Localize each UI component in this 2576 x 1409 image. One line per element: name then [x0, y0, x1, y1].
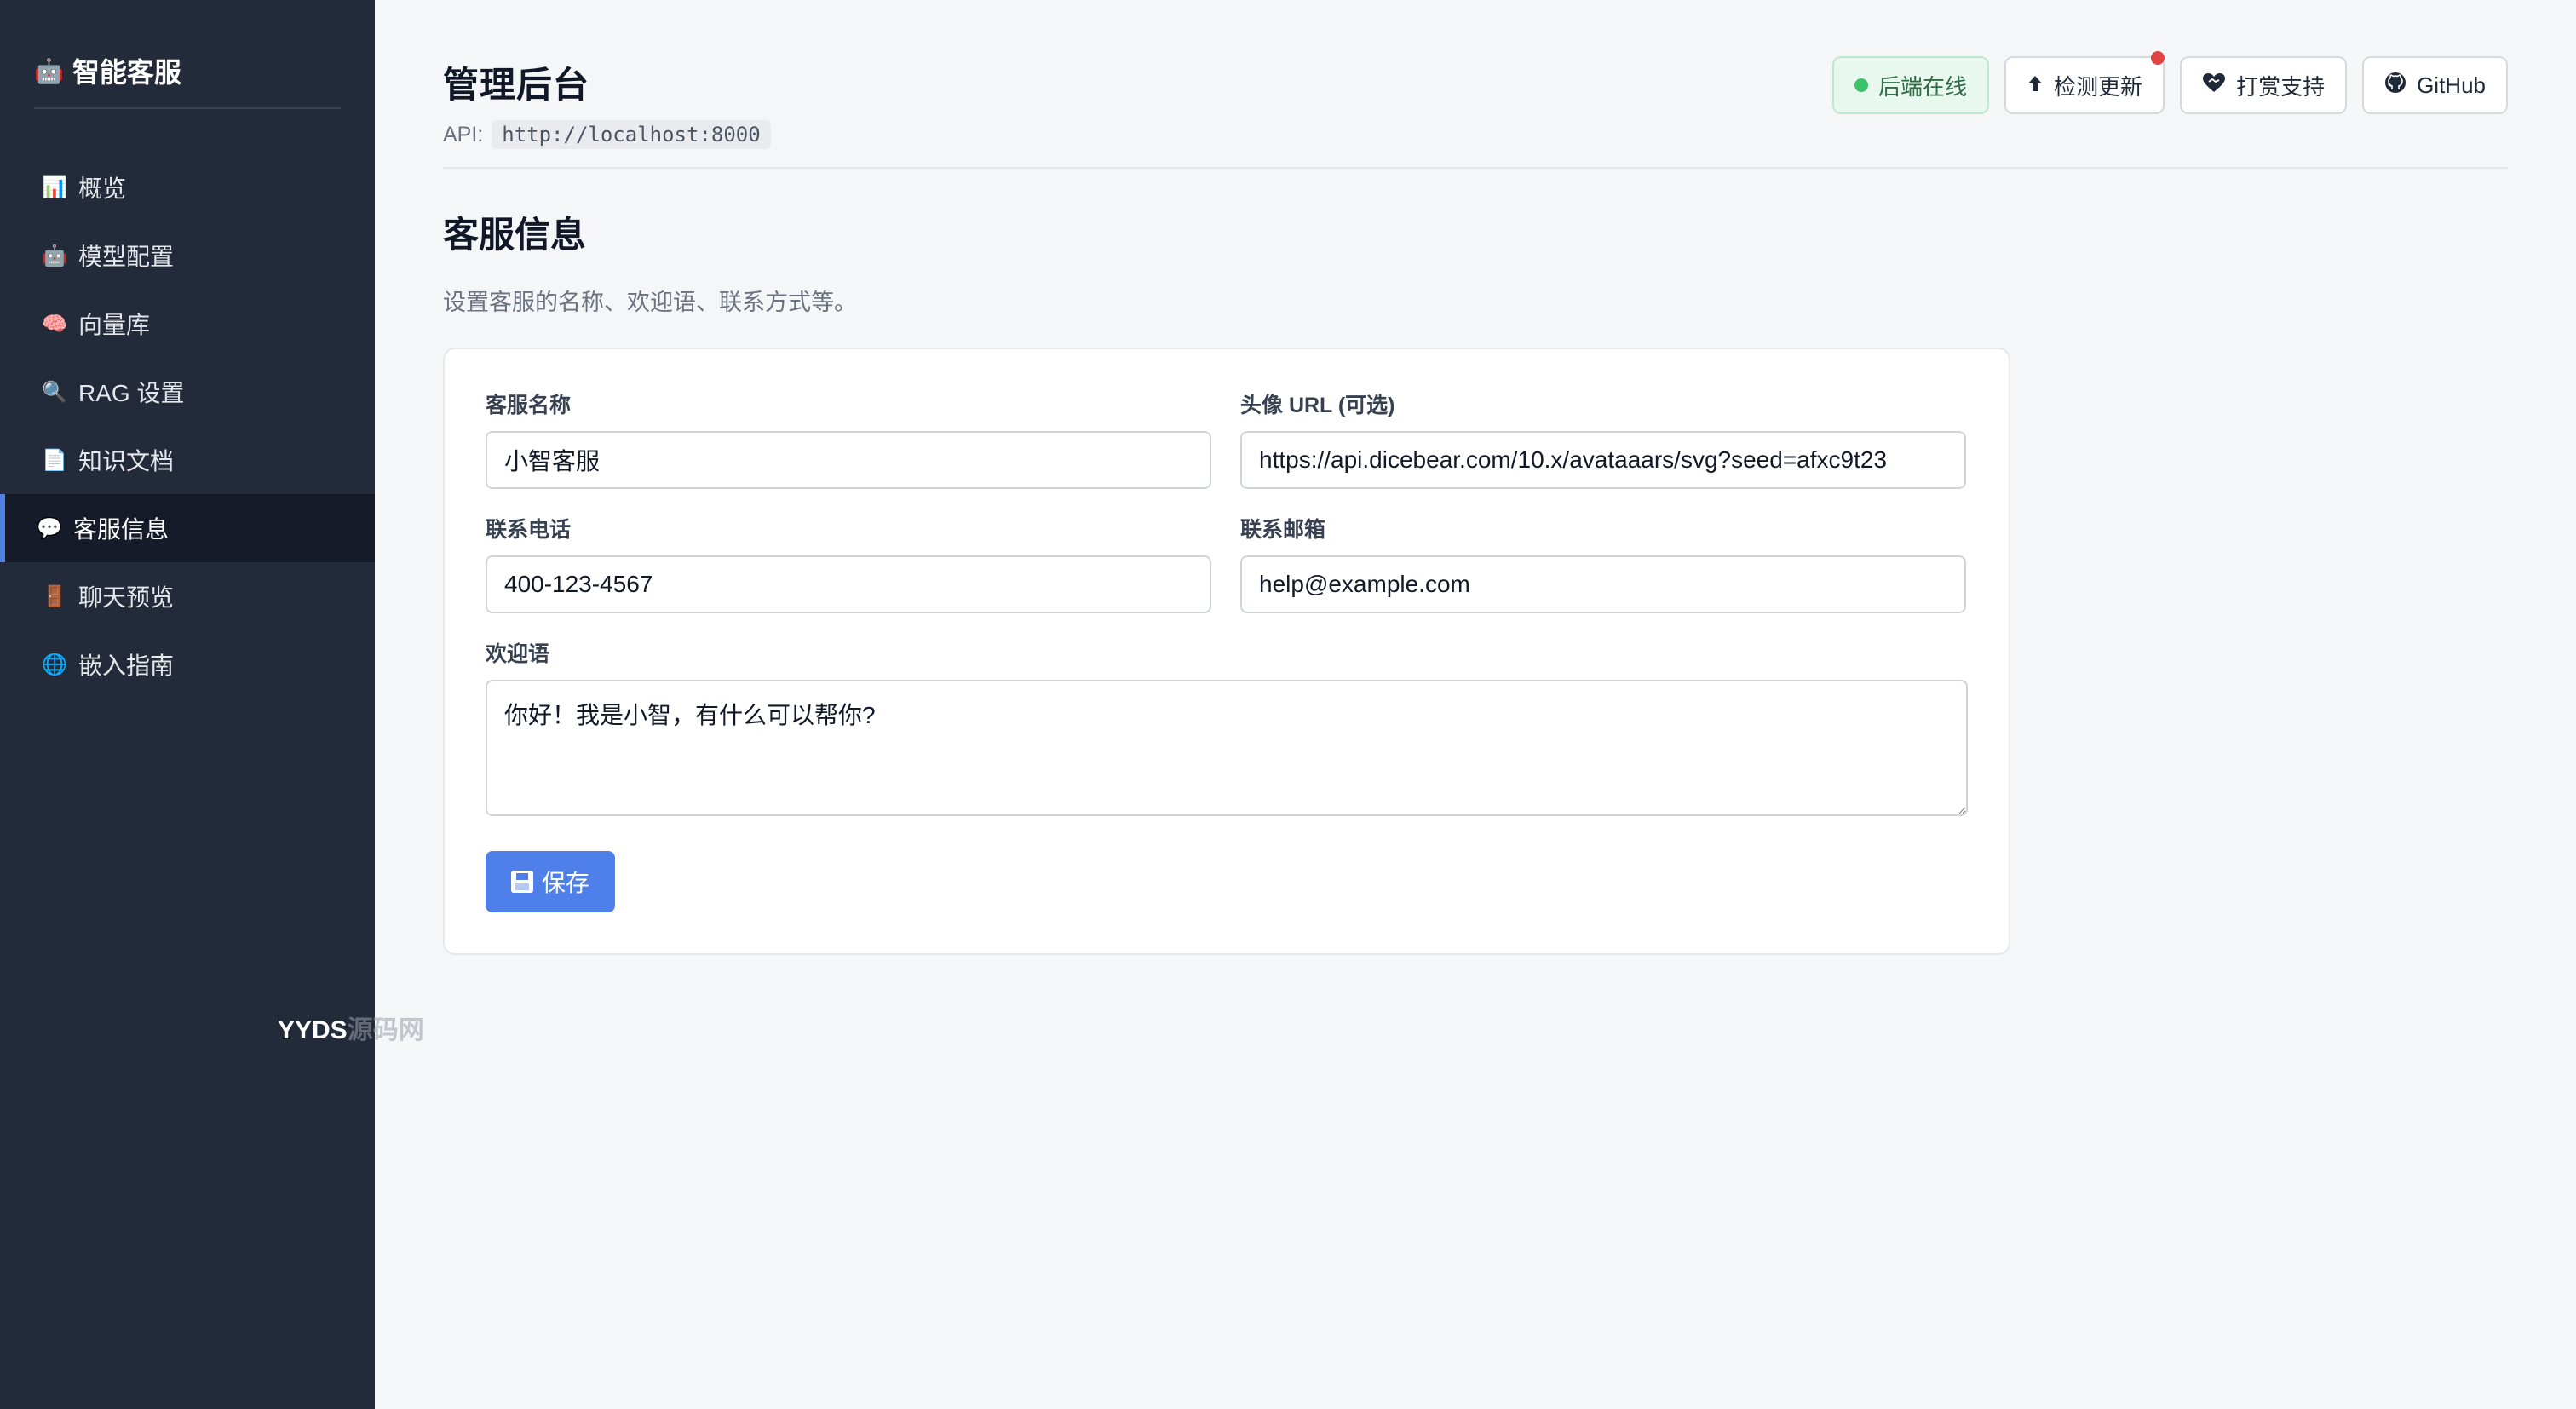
welcome-label: 欢迎语	[486, 642, 550, 666]
avatar-field: 头像 URL (可选)	[1240, 388, 1966, 489]
brand-divider	[34, 107, 341, 109]
sidebar-item-label: 客服信息	[73, 516, 170, 543]
check-update-label: 检测更新	[2054, 73, 2143, 100]
email-input[interactable]	[1240, 555, 1966, 613]
sidebar-item-vector-store[interactable]: 🧠 向量库	[0, 290, 375, 358]
phone-field: 联系电话	[486, 513, 1211, 613]
backend-status-button[interactable]: 后端在线	[1832, 56, 1990, 114]
sidebar-item-knowledge-docs[interactable]: 📄 知识文档	[0, 426, 375, 494]
brand-title: 智能客服	[72, 57, 181, 88]
sidebar-item-label: 知识文档	[78, 448, 175, 474]
save-label: 保存	[542, 870, 590, 896]
header-actions: 后端在线 检测更新 打赏支持 GitHub	[1832, 51, 2508, 114]
title-block: 管理后台 API: http://localhost:8000	[443, 56, 771, 149]
sidebar-nav: 📊 概览 🤖 模型配置 🧠 向量库 🔍 RAG 设置 📄 知识文档 💬 客服信息…	[0, 153, 375, 699]
app-root: 🤖 智能客服 📊 概览 🤖 模型配置 🧠 向量库 🔍 RAG 设置 📄 知识文档…	[0, 0, 2576, 1409]
sidebar-item-embed-guide[interactable]: 🌐 嵌入指南	[0, 630, 375, 699]
document-icon: 📄	[42, 448, 67, 472]
phone-label: 联系电话	[486, 518, 572, 542]
save-button[interactable]: 保存	[486, 851, 616, 912]
heart-handshake-icon	[2202, 72, 2226, 99]
door-icon: 🚪	[42, 584, 67, 608]
name-input[interactable]	[486, 431, 1211, 489]
avatar-label: 头像 URL (可选)	[1240, 394, 1395, 417]
phone-input[interactable]	[486, 555, 1211, 613]
sidebar-item-rag-settings[interactable]: 🔍 RAG 设置	[0, 358, 375, 426]
notification-dot-icon	[2151, 51, 2165, 65]
welcome-field: 欢迎语 你好！我是小智，有什么可以帮你?	[486, 637, 1968, 820]
floppy-disk-icon	[511, 871, 533, 893]
page-title: 管理后台	[443, 65, 590, 105]
github-icon	[2384, 72, 2406, 100]
check-update-button[interactable]: 检测更新	[2004, 51, 2165, 114]
section-title: 客服信息	[443, 215, 587, 255]
name-label: 客服名称	[486, 394, 572, 417]
magnifier-icon: 🔍	[42, 380, 67, 404]
sidebar-item-service-info[interactable]: 💬 客服信息	[0, 494, 375, 562]
topbar: 管理后台 API: http://localhost:8000 后端在线 检测更…	[443, 0, 2508, 169]
api-label: API:	[443, 122, 484, 147]
avatar-url-input[interactable]	[1240, 431, 1966, 489]
speech-bubble-icon: 💬	[37, 516, 62, 540]
github-button[interactable]: GitHub	[2362, 56, 2508, 114]
sidebar-item-overview[interactable]: 📊 概览	[0, 153, 375, 221]
sidebar-item-model-config[interactable]: 🤖 模型配置	[0, 221, 375, 290]
email-label: 联系邮箱	[1240, 518, 1326, 542]
main-content: 管理后台 API: http://localhost:8000 后端在线 检测更…	[375, 0, 2576, 1409]
brand: 🤖 智能客服	[0, 0, 375, 101]
robot-icon: 🤖	[42, 244, 67, 267]
welcome-textarea[interactable]: 你好！我是小智，有什么可以帮你?	[486, 680, 1968, 816]
support-button[interactable]: 打赏支持	[2180, 56, 2348, 114]
service-info-card: 客服名称 头像 URL (可选) 联系电话 联系邮箱 欢迎语 你	[443, 348, 2010, 955]
sidebar-item-label: 聊天预览	[78, 584, 175, 611]
name-field: 客服名称	[486, 388, 1211, 489]
github-label: GitHub	[2417, 72, 2486, 98]
watermark-main: YYDS	[278, 1016, 348, 1044]
sidebar-item-label: 嵌入指南	[78, 653, 175, 679]
sidebar-item-chat-preview[interactable]: 🚪 聊天预览	[0, 562, 375, 630]
section-description: 设置客服的名称、欢迎语、联系方式等。	[443, 290, 857, 315]
arrow-up-icon	[2027, 72, 2044, 99]
brain-icon: 🧠	[42, 312, 67, 336]
support-label: 打赏支持	[2236, 73, 2326, 100]
sidebar: 🤖 智能客服 📊 概览 🤖 模型配置 🧠 向量库 🔍 RAG 设置 📄 知识文档…	[0, 0, 424, 1409]
chart-icon: 📊	[42, 175, 67, 199]
sidebar-item-label: 概览	[78, 175, 127, 202]
robot-icon: 🤖	[34, 57, 64, 84]
api-line: API: http://localhost:8000	[443, 120, 771, 149]
globe-icon: 🌐	[42, 653, 67, 676]
sidebar-item-label: RAG 设置	[78, 380, 185, 406]
sidebar-item-label: 向量库	[78, 312, 151, 338]
form-grid: 客服名称 头像 URL (可选) 联系电话 联系邮箱	[486, 388, 1968, 637]
sidebar-item-label: 模型配置	[78, 244, 175, 270]
email-field: 联系邮箱	[1240, 513, 1966, 613]
backend-status-label: 后端在线	[1878, 73, 1968, 100]
api-url: http://localhost:8000	[492, 120, 771, 149]
status-dot-icon	[1854, 78, 1869, 92]
